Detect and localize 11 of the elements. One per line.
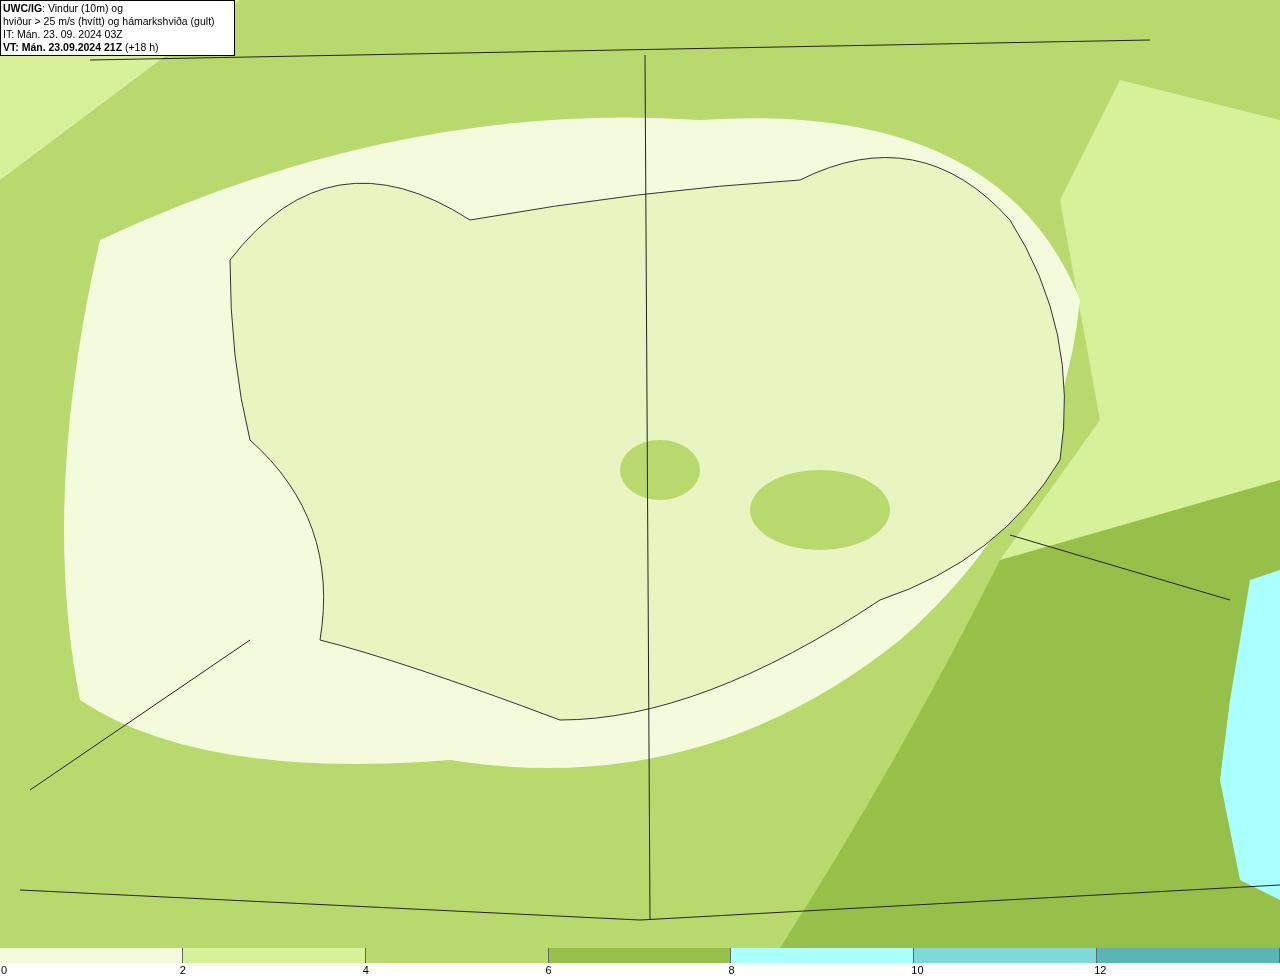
legend-tick-label: 8 [728,964,735,976]
legend-tick-label: 0 [1,964,8,976]
legend-tick-label: 12 [1094,964,1107,976]
title-line: VT: Mán. 23.09.2024 21Z (+18 h) [3,41,160,54]
legend-tick-label: 6 [545,964,552,976]
legend-tick-label: 4 [362,964,369,976]
legend-tick-label: 2 [179,964,186,976]
title-line: UWC/IG: Vindur (10m) og [3,2,124,15]
legend-tick-label: 10 [911,964,924,976]
title-line: IT: Mán. 23. 09. 2024 03Z [3,28,124,41]
title-line: hviður > 25 m/s (hvítt) og hámarkshviða (gult) [3,15,216,28]
